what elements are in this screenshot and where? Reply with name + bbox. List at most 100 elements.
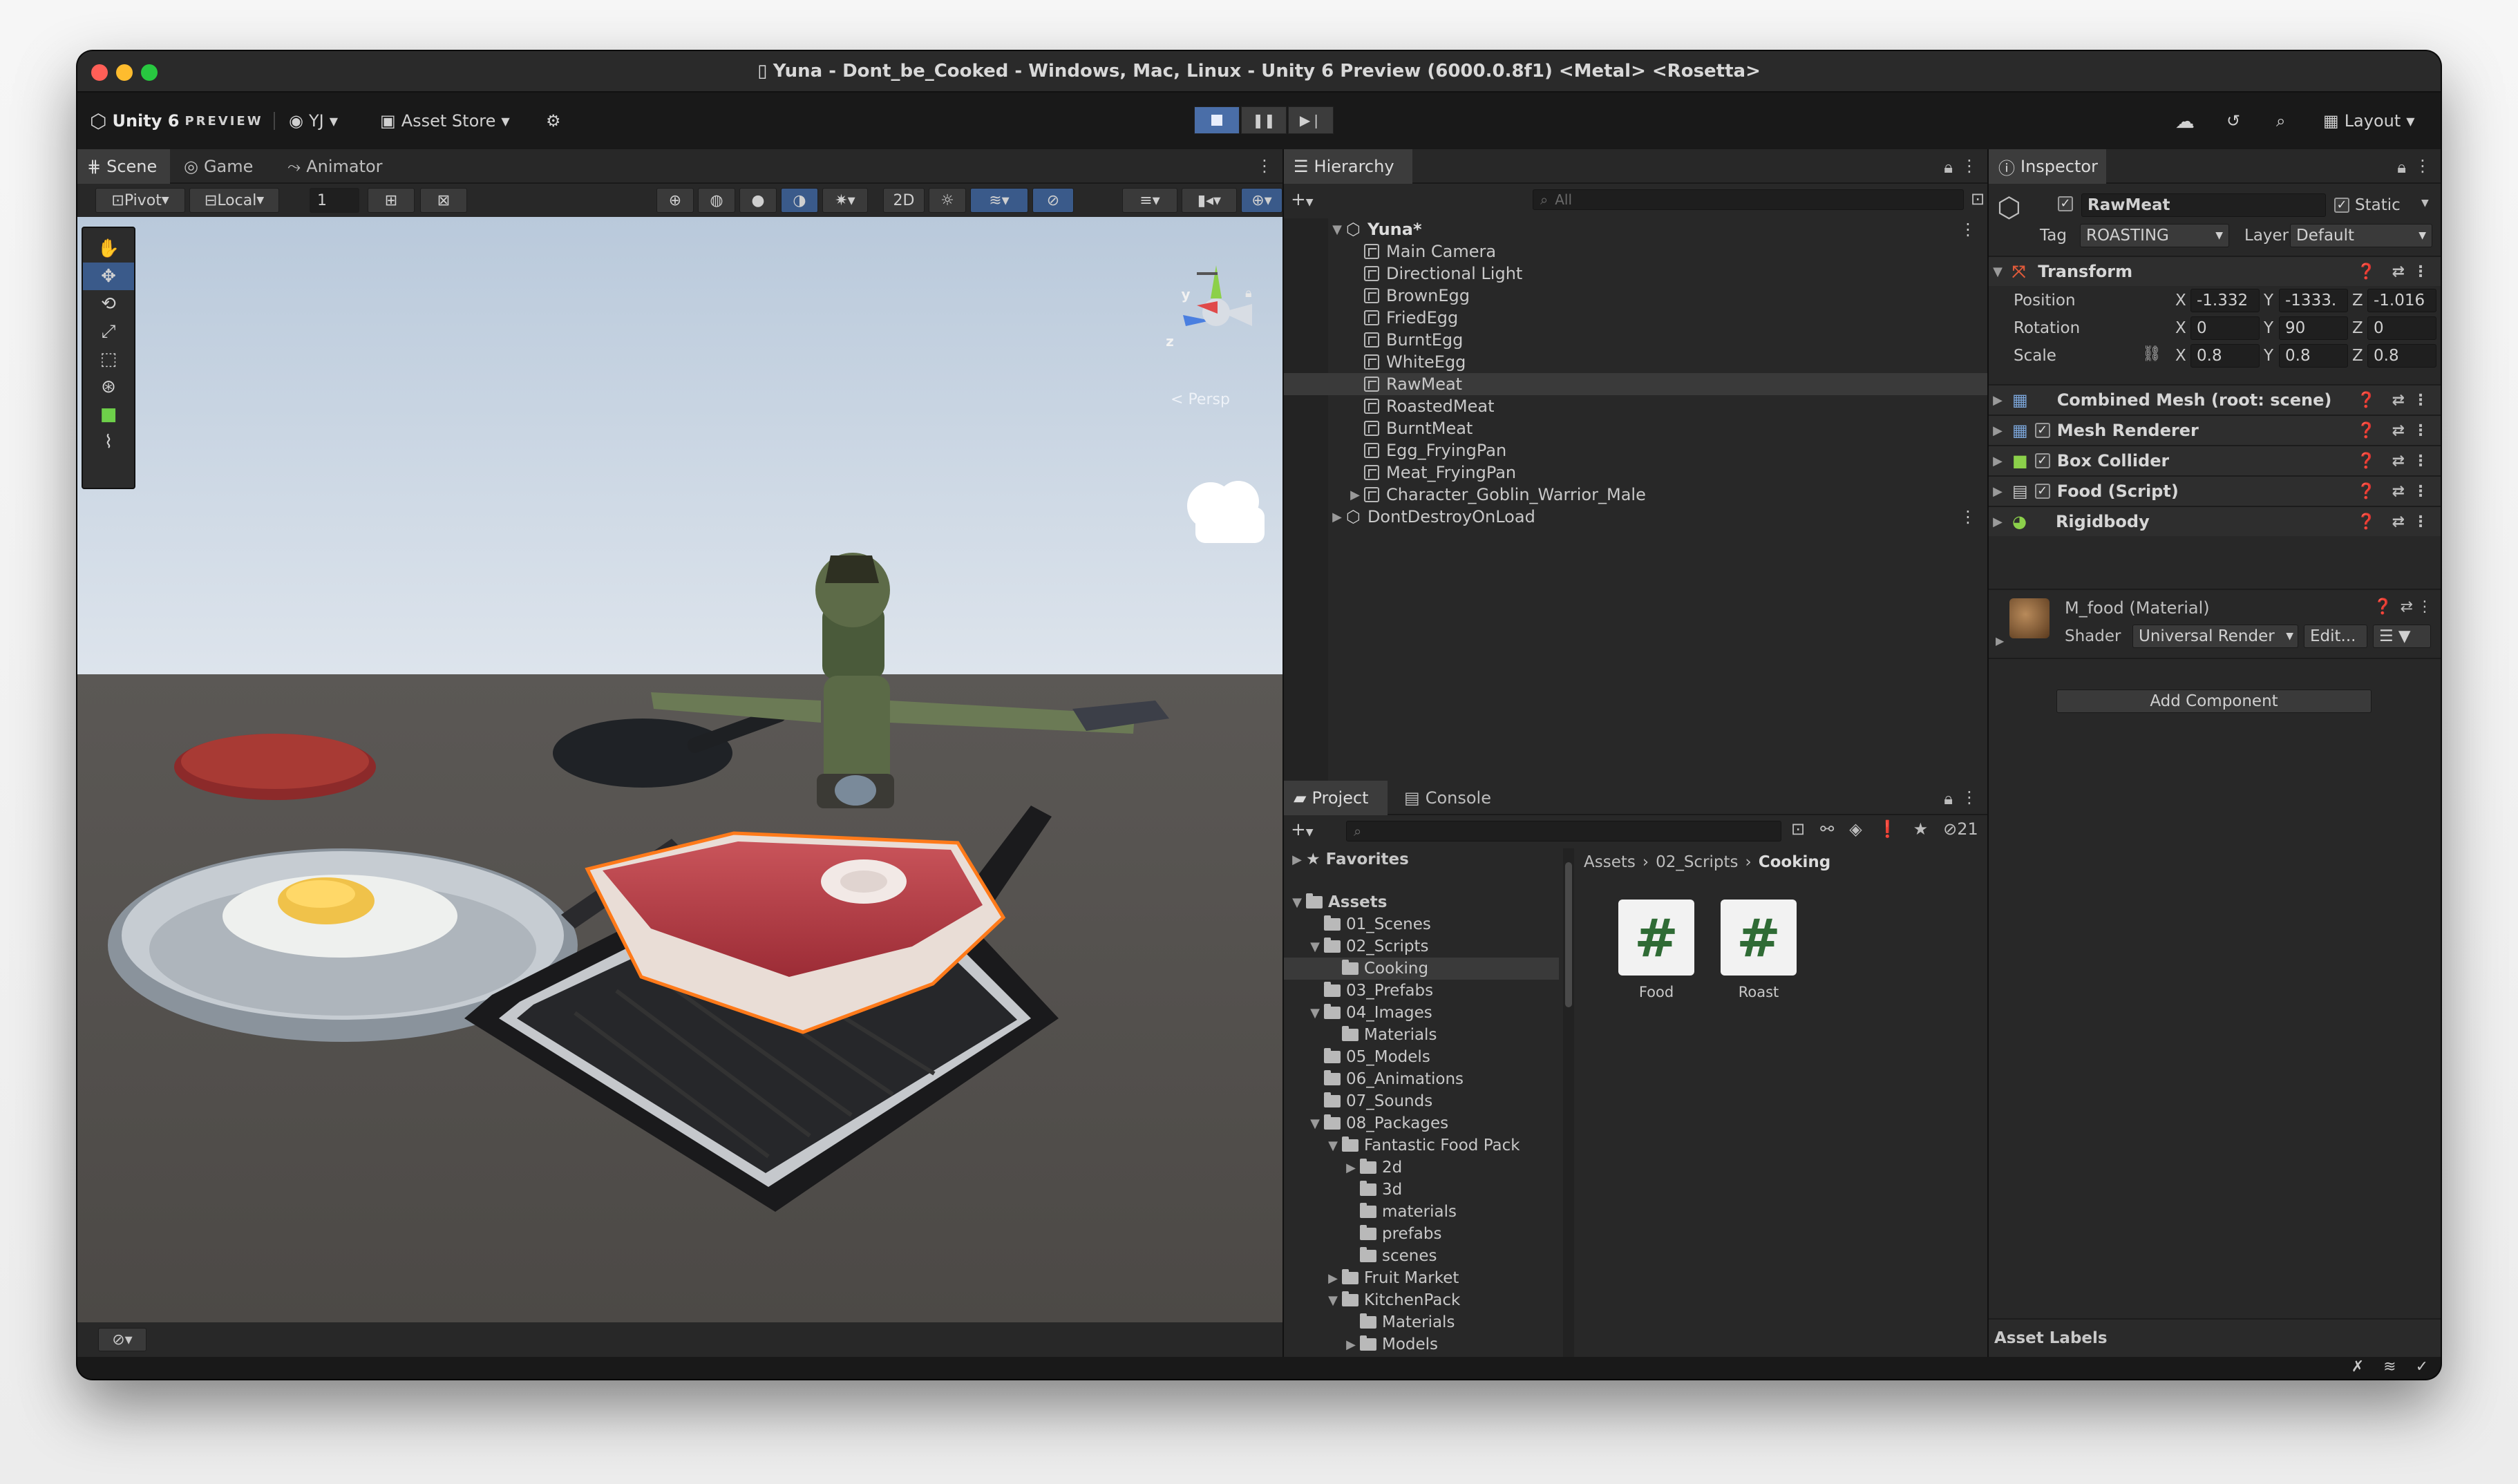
collapse-arrow-icon[interactable]: ▶	[1989, 484, 2007, 499]
kebab-menu-icon[interactable]: ⋮	[1960, 507, 1976, 526]
hierarchy-item[interactable]: BurntEgg	[1284, 329, 1987, 351]
kebab-menu-icon[interactable]: ⋮	[2413, 453, 2428, 470]
preset-icon[interactable]: ⇄	[2401, 598, 2413, 616]
tab-game[interactable]: ◎ Game	[174, 149, 263, 184]
static-checkbox[interactable]: ✓	[2334, 198, 2349, 213]
collapse-arrow-icon[interactable]: ▶	[1989, 393, 2007, 408]
layer-dropdown[interactable]: Default ▼	[2290, 224, 2432, 247]
hierarchy-item[interactable]: RawMeat	[1284, 373, 1987, 395]
transform-scale-x-field[interactable]: 0.8	[2190, 344, 2260, 368]
hierarchy-item[interactable]: Main Camera	[1284, 240, 1987, 263]
transform-scale-y-field[interactable]: 0.8	[2279, 344, 2348, 368]
project-folder-row[interactable]: ▼ KitchenPack	[1284, 1289, 1559, 1311]
preset-icon[interactable]: ⇄	[2392, 513, 2405, 531]
preset-icon[interactable]: ⇄	[2392, 453, 2405, 470]
hierarchy-item[interactable]: Directional Light	[1284, 263, 1987, 285]
project-folder-row[interactable]: ▼ 08_Packages	[1284, 1112, 1559, 1134]
account-dropdown[interactable]: ◉ YJ ▼	[289, 108, 338, 134]
project-folder-row[interactable]: ▶ Fruit Market	[1284, 1267, 1559, 1289]
create-asset-button[interactable]: +▼	[1291, 819, 1314, 840]
collapse-arrow-icon[interactable]: ▶	[1342, 1338, 1360, 1352]
help-icon[interactable]: ❓	[2357, 263, 2376, 280]
transform-position-y-field[interactable]: -1333.	[2279, 289, 2348, 312]
expand-arrow-icon[interactable]: ▼	[1306, 940, 1324, 954]
hierarchy-item[interactable]: Meat_FryingPan	[1284, 462, 1987, 484]
hierarchy-item[interactable]: WhiteEgg	[1284, 351, 1987, 373]
preset-icon[interactable]: ⇄	[2392, 392, 2405, 409]
cloud-button[interactable]: ☁	[2175, 108, 2195, 134]
hidden-packages-toggle[interactable]: ⊘21	[1943, 819, 1978, 839]
transform-scale-z-field[interactable]: 0.8	[2367, 344, 2436, 368]
help-icon[interactable]: ❓	[2357, 513, 2376, 531]
shading-wireframe-button[interactable]: ◍	[698, 188, 735, 213]
transform-position-x-field[interactable]: -1.332	[2190, 289, 2260, 312]
preset-icon[interactable]: ⇄	[2392, 422, 2405, 439]
help-icon[interactable]: ❓	[2357, 453, 2376, 470]
preset-icon[interactable]: ⇄	[2392, 263, 2405, 280]
hierarchy-item[interactable]: FriedEgg	[1284, 307, 1987, 329]
debug-draw-mode-dropdown[interactable]: ✷▾	[822, 188, 868, 213]
shading-lit-button[interactable]: ◑	[781, 188, 818, 213]
scale-tool-button[interactable]: ⤢	[83, 318, 134, 345]
kebab-menu-icon[interactable]: ⋮	[1960, 220, 1976, 239]
shading-shaded-button[interactable]: ●	[739, 188, 777, 213]
hierarchy-item[interactable]: Egg_FryingPan	[1284, 439, 1987, 462]
tab-hierarchy[interactable]: ☰ Hierarchy	[1284, 149, 1412, 184]
project-folder-row[interactable]: ▶ 2d	[1284, 1157, 1559, 1179]
search-button[interactable]: ⌕	[2276, 108, 2285, 134]
component-header[interactable]: ▶ ▤ ✓ Food (Script) ❓ ⇄ ⋮	[1989, 475, 2441, 506]
expand-arrow-icon[interactable]: ▼	[1306, 1116, 1324, 1131]
hidden-objects-toggle[interactable]: ⊘	[1032, 188, 1074, 213]
history-button[interactable]: ↺	[2226, 108, 2240, 134]
script-asset-food[interactable]: #	[1618, 900, 1694, 976]
expand-arrow-icon[interactable]: ▶	[1346, 488, 1364, 502]
grid-snapping-button[interactable]: ⊞	[368, 188, 415, 213]
hand-tool-button[interactable]: ✋	[83, 235, 134, 263]
expand-arrow-icon[interactable]: ▼	[1328, 222, 1346, 237]
add-component-button[interactable]: Add Component	[2056, 689, 2372, 713]
gizmos-dropdown[interactable]: ⊕▾	[1241, 188, 1282, 213]
project-folder-row[interactable]: 05_Models	[1284, 1046, 1559, 1068]
project-folder-row[interactable]: ▼ 02_Scripts	[1284, 935, 1559, 958]
transform-rotation-y-field[interactable]: 90	[2279, 316, 2348, 340]
cloud-services-button[interactable]: ⚙	[546, 108, 561, 134]
component-enabled-checkbox[interactable]: ✓	[2034, 484, 2050, 499]
local-dropdown[interactable]: ⊟ Local ▼	[189, 188, 279, 213]
project-folder-row[interactable]: scenes	[1284, 1245, 1559, 1267]
component-header[interactable]: ▶ ▦ Combined Mesh (root: scene) (Me ❓ ⇄ ⋮	[1989, 384, 2441, 415]
pause-button[interactable]: ❚❚	[1241, 106, 1287, 134]
tree-scrollbar[interactable]	[1563, 848, 1574, 1357]
panel-splitter[interactable]	[1987, 149, 1989, 1357]
spline-tool-button[interactable]: ⌇	[83, 428, 134, 456]
kebab-menu-icon[interactable]: ⋮	[2413, 422, 2428, 439]
camera-settings-dropdown[interactable]: ▮◂▾	[1182, 188, 1237, 213]
project-folder-row[interactable]: ▼ 04_Images	[1284, 1002, 1559, 1024]
assets-root-row[interactable]: ▼ Assets	[1284, 891, 1559, 913]
component-header[interactable]: ▶ ▦ ✓ Mesh Renderer ❓ ⇄ ⋮	[1989, 415, 2441, 445]
project-folder-row[interactable]: 01_Scenes	[1284, 913, 1559, 935]
move-tool-button[interactable]: ✥	[83, 263, 134, 290]
kebab-menu-icon[interactable]: ⋮	[2414, 156, 2431, 175]
rect-tool-button[interactable]: ⬚	[83, 345, 134, 373]
kebab-menu-icon[interactable]: ⋮	[2413, 513, 2428, 531]
bug-slash-icon[interactable]: ✗	[2351, 1358, 2364, 1376]
transform-header[interactable]: ▼ ⤧ Transform ❓ ⇄ ⋮	[1989, 256, 2441, 286]
kebab-menu-icon[interactable]: ⋮	[2413, 392, 2428, 409]
help-icon[interactable]: ❓	[2357, 483, 2376, 500]
log-icon[interactable]: ❗	[1877, 819, 1898, 839]
layers-dropdown[interactable]: ≡▾	[1122, 188, 1177, 213]
dont-destroy-on-load-row[interactable]: ▶ ⬡ DontDestroyOnLoad ⋮	[1284, 506, 1987, 528]
increment-snapping-button[interactable]: ⊠	[420, 188, 467, 213]
kebab-menu-icon[interactable]: ⋮	[2413, 263, 2428, 280]
tab-inspector[interactable]: ⓘ Inspector	[1989, 149, 2106, 184]
expand-arrow-icon[interactable]: ▶	[1996, 634, 2004, 647]
add-object-button[interactable]: +▼	[1291, 189, 1314, 210]
scene-viewport[interactable]: ✋ ✥ ⟲ ⤢ ⬚ ⊛ ■ ⌇ y z 🔒︎ < Persp	[77, 217, 1282, 1322]
expand-arrow-icon[interactable]: ▼	[1324, 1139, 1342, 1153]
breadcrumb-item[interactable]: 02_Scripts	[1656, 853, 1738, 871]
gizmo-menu-bar[interactable]	[1197, 272, 1218, 275]
collapse-arrow-icon[interactable]: ▶	[1989, 515, 2007, 529]
search-by-type-icon[interactable]: ⊡	[1791, 819, 1805, 839]
script-asset-roast[interactable]: #	[1721, 900, 1797, 976]
breadcrumb-item[interactable]: Cooking	[1759, 853, 1831, 871]
